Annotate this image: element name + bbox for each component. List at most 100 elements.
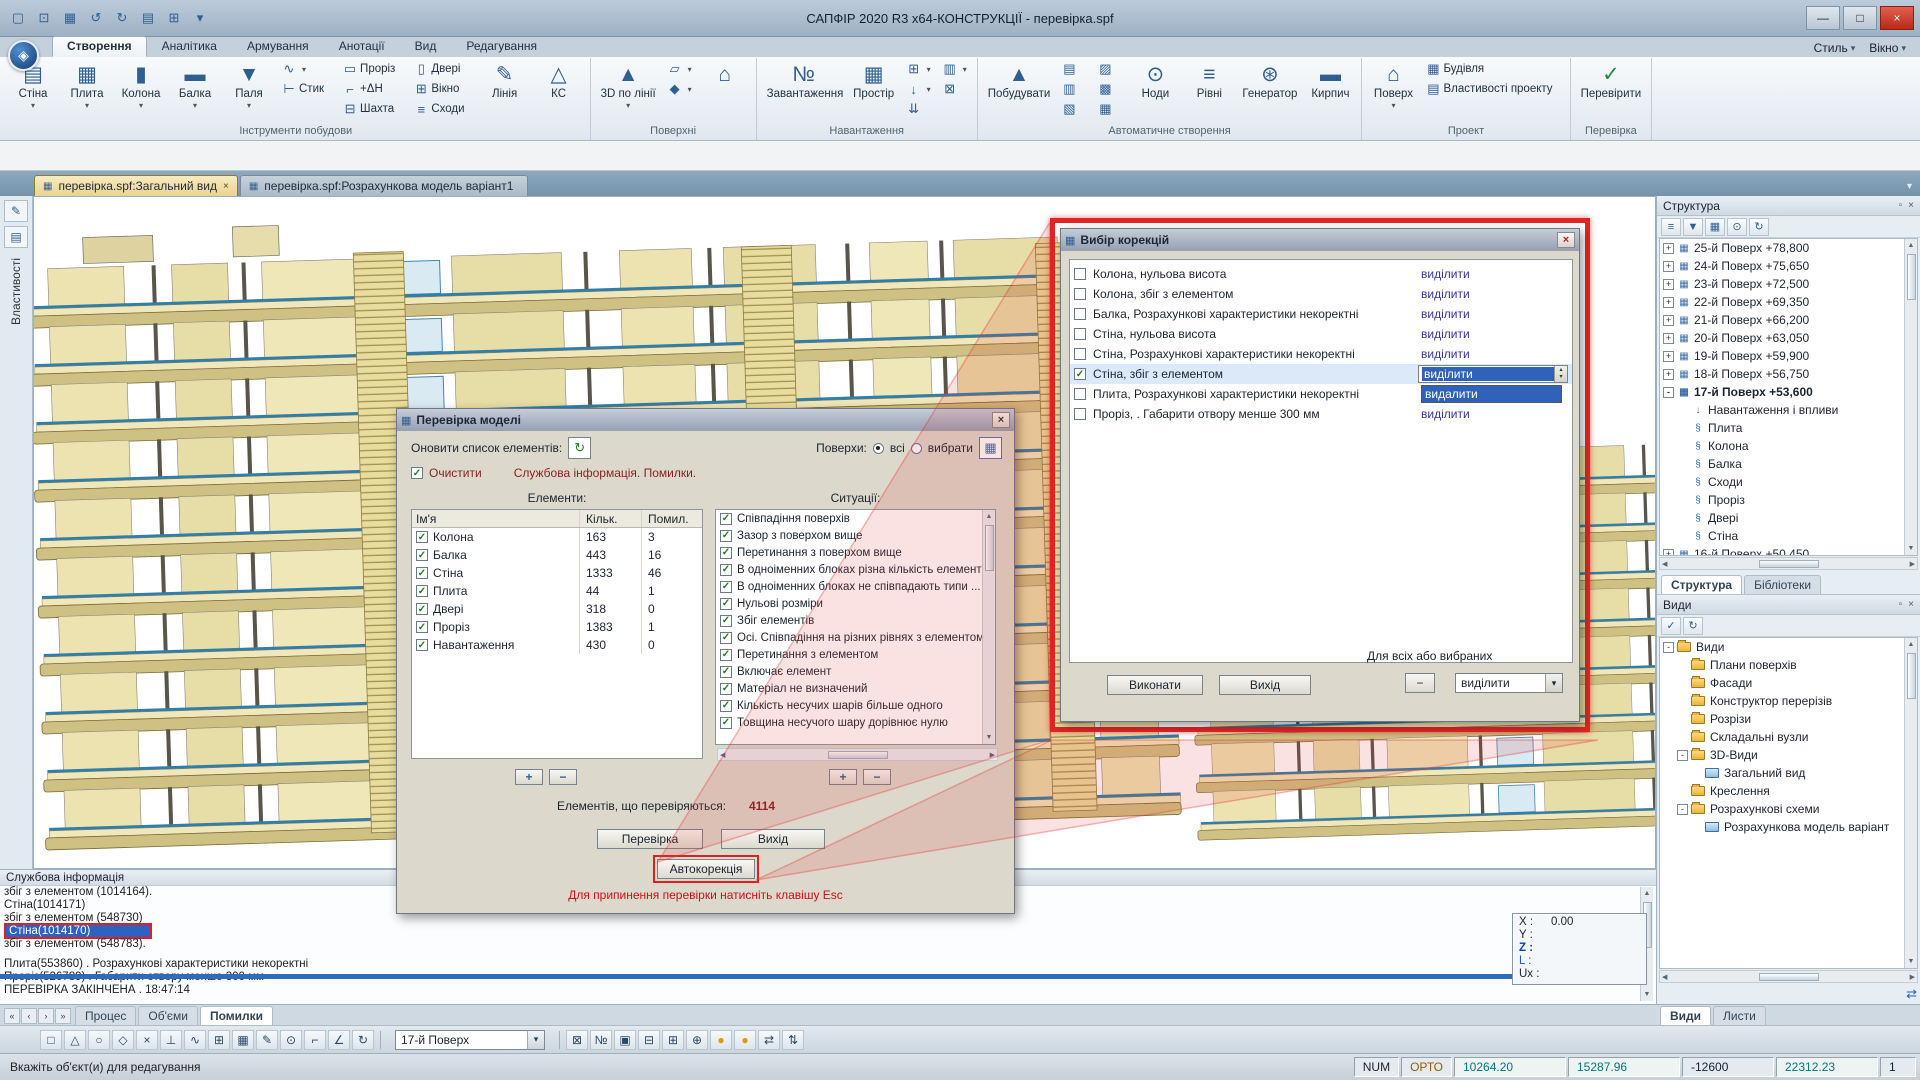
tree-row[interactable]: Фасади: [1660, 674, 1917, 692]
correction-row[interactable]: Колона, нульова висотавиділити▴▾: [1070, 264, 1572, 284]
ribbon-button[interactable]: ▯Двері: [409, 59, 476, 79]
situation-checkbox[interactable]: [720, 683, 732, 695]
ribbon-button[interactable]: ▲Побудувати: [983, 59, 1056, 121]
element-checkbox[interactable]: [416, 639, 428, 651]
tree-row[interactable]: +▦19-й Поверх +59,900: [1660, 347, 1917, 365]
ribbon-button[interactable]: ▦: [1093, 99, 1127, 119]
tree-row[interactable]: §Плита: [1660, 419, 1917, 437]
ribbon-button[interactable]: ⊛Генератор: [1237, 59, 1302, 121]
ribbon-button[interactable]: ▼Паля: [223, 59, 275, 121]
element-checkbox[interactable]: [416, 621, 428, 633]
situation-checkbox[interactable]: [720, 632, 732, 644]
ribbon-button[interactable]: ▥: [938, 59, 972, 79]
minimize-button[interactable]: —: [1806, 6, 1840, 30]
tree-row[interactable]: -3D-Види: [1660, 746, 1917, 764]
situation-checkbox[interactable]: [720, 530, 732, 542]
expander-icon[interactable]: +: [1663, 261, 1674, 272]
tree-row[interactable]: Конструктор перерізів: [1660, 692, 1917, 710]
action-cell[interactable]: виділити▴▾: [1418, 265, 1568, 283]
ribbon-button[interactable]: ▨: [1093, 59, 1127, 79]
ribbon-button[interactable]: ▱: [663, 59, 697, 79]
toolbar-icon[interactable]: ⊞: [208, 1030, 230, 1050]
log-tab[interactable]: Процес: [75, 1006, 136, 1025]
tree-row[interactable]: Складальні вузли: [1660, 728, 1917, 746]
situations-scrollbar-horizontal[interactable]: ◀▶: [717, 748, 998, 761]
expander-icon[interactable]: -: [1663, 642, 1674, 653]
ribbon-button[interactable]: ⌂Поверх: [1367, 59, 1419, 121]
log-line[interactable]: Плита(553860) . Розрахункові характерист…: [4, 958, 1636, 971]
clear-checkbox[interactable]: [411, 467, 423, 479]
ribbon-button[interactable]: [277, 99, 336, 119]
correction-row[interactable]: Стіна, нульова висотавиділити▴▾: [1070, 324, 1572, 344]
dock-toggle-icon[interactable]: ⇄: [1906, 986, 1917, 1002]
ribbon-tab[interactable]: Вид: [400, 36, 452, 57]
panel-tab[interactable]: Бібліотеки: [1744, 575, 1821, 594]
close-button[interactable]: ×: [1880, 6, 1914, 30]
toolbar-icon[interactable]: ▦: [232, 1030, 254, 1050]
toolbar-icon[interactable]: ×: [136, 1030, 158, 1050]
properties-strip-label[interactable]: Властивості: [9, 258, 23, 325]
ribbon-button[interactable]: ⊠: [938, 79, 972, 99]
expander-icon[interactable]: -: [1663, 387, 1674, 398]
pin-icon[interactable]: ▫: [1899, 599, 1903, 610]
element-checkbox[interactable]: [416, 603, 428, 615]
list-item[interactable]: Збіг елементів: [716, 612, 995, 629]
correction-checkbox[interactable]: [1074, 348, 1086, 360]
table-row[interactable]: Навантаження4300: [412, 636, 702, 654]
views-tool-icon[interactable]: ✓: [1661, 617, 1681, 635]
app-logo-button[interactable]: ◈: [8, 40, 39, 71]
ribbon-button[interactable]: ⊞Вікно: [409, 79, 476, 99]
list-item[interactable]: Кількість несучих шарів більше одного: [716, 697, 995, 714]
service-info-link[interactable]: Службова інформація. Помилки.: [514, 466, 696, 480]
correction-row[interactable]: Стіна, Розрахункові характеристики некор…: [1070, 344, 1572, 364]
table-row[interactable]: Проріз13831: [412, 618, 702, 636]
table-row[interactable]: Колона1633: [412, 528, 702, 546]
add-situation-button[interactable]: +: [829, 769, 857, 785]
dialog-title-bar[interactable]: ▦ Вибір корекцій ×: [1061, 229, 1579, 251]
ribbon-button[interactable]: ▦Простір: [848, 59, 900, 121]
tree-row[interactable]: +▦23-й Поверх +72,500: [1660, 275, 1917, 293]
ribbon-button[interactable]: ↓: [902, 79, 936, 99]
tree-row[interactable]: §Сходи: [1660, 473, 1917, 491]
element-checkbox[interactable]: [416, 531, 428, 543]
action-cell[interactable]: видалити▴▾: [1418, 385, 1568, 403]
expander-icon[interactable]: +: [1663, 297, 1674, 308]
panel-tab[interactable]: Структура: [1661, 575, 1742, 594]
toolbar-icon[interactable]: △: [64, 1030, 86, 1050]
toolbar-icon[interactable]: ●: [734, 1030, 756, 1050]
correction-checkbox[interactable]: [1074, 308, 1086, 320]
list-item[interactable]: Нульові розміри: [716, 595, 995, 612]
ribbon-button[interactable]: ▦Будівля: [1421, 59, 1564, 79]
refresh-list-button[interactable]: ↻: [568, 437, 591, 459]
element-checkbox[interactable]: [416, 549, 428, 561]
ribbon-button[interactable]: [1421, 99, 1564, 119]
situation-checkbox[interactable]: [720, 598, 732, 610]
toolbar-icon[interactable]: ↻: [352, 1030, 374, 1050]
last-tab-icon[interactable]: »: [55, 1008, 71, 1024]
log-line[interactable]: Стіна(1014170): [4, 925, 1636, 938]
ribbon-button[interactable]: ≡Сходи: [409, 99, 476, 119]
views-tab[interactable]: Листи: [1713, 1006, 1766, 1025]
expander-icon[interactable]: +: [1663, 549, 1674, 557]
list-item[interactable]: В одноіменних блоках не співпадають типи…: [716, 578, 995, 595]
toolbar-icon[interactable]: ⌐: [304, 1030, 326, 1050]
toolbar-icon[interactable]: ●: [710, 1030, 732, 1050]
ribbon-button[interactable]: ⊢Стик: [277, 79, 336, 99]
ribbon-button[interactable]: ▥: [1057, 79, 1091, 99]
ribbon-button[interactable]: ⊞: [902, 59, 936, 79]
ribbon-button[interactable]: ⊙Ноди: [1129, 59, 1181, 121]
ribbon-button[interactable]: ∿: [277, 59, 336, 79]
tree-row[interactable]: +▦16-й Поверх +50,450: [1660, 545, 1917, 556]
ribbon-button[interactable]: ⊟Шахта: [338, 99, 407, 119]
correction-row[interactable]: Балка, Розрахункові характеристики некор…: [1070, 304, 1572, 324]
pin-icon[interactable]: ▫: [1899, 200, 1903, 211]
remove-situation-button[interactable]: −: [863, 769, 891, 785]
close-dialog-button[interactable]: ×: [992, 412, 1010, 428]
spinner-icon[interactable]: ▴▾: [1554, 366, 1567, 382]
table-row[interactable]: Балка44316: [412, 546, 702, 564]
ribbon-button[interactable]: ▧: [1057, 99, 1091, 119]
tree-row[interactable]: -Розрахункові схеми: [1660, 800, 1917, 818]
ribbon-button[interactable]: №Завантаження: [762, 59, 846, 121]
toolbar-icon[interactable]: ▣: [614, 1030, 636, 1050]
ribbon-button[interactable]: ≡Рівні: [1183, 59, 1235, 121]
